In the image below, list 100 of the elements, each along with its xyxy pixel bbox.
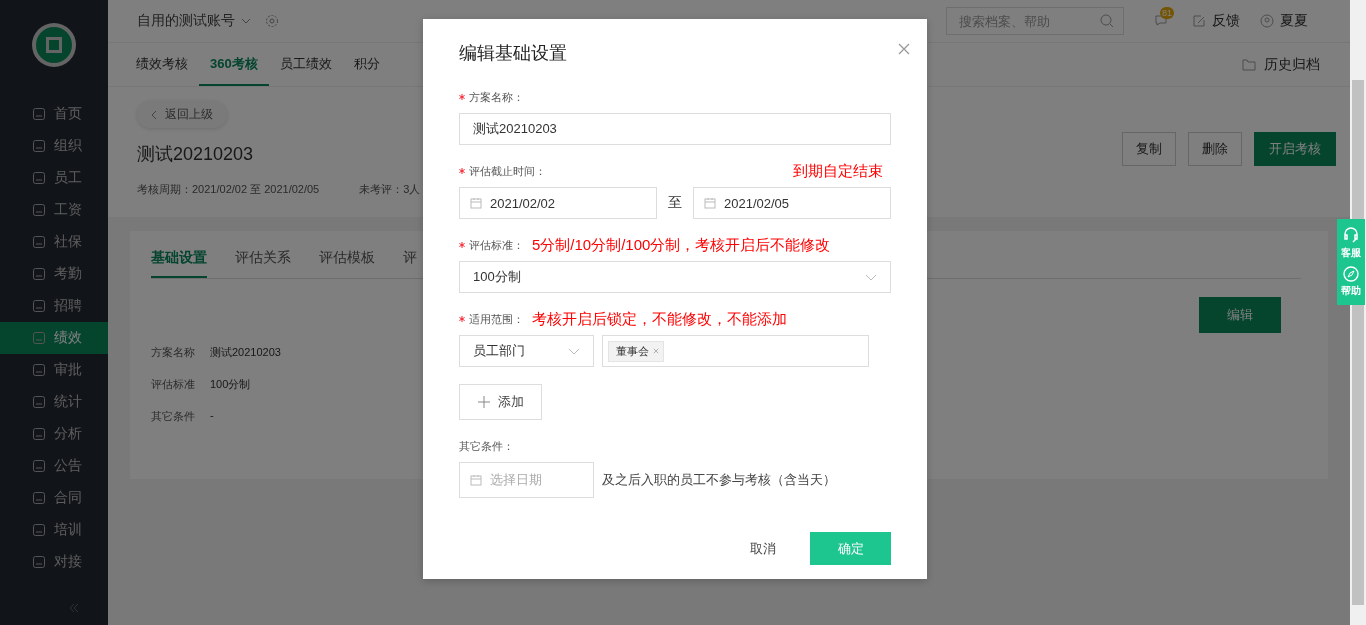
plan-meta: 未考评：3人 bbox=[359, 182, 421, 197]
nav-icon bbox=[32, 267, 46, 281]
select-field[interactable]: 100分制 bbox=[459, 261, 891, 293]
confirm-button[interactable]: 确定 bbox=[810, 532, 891, 565]
user-icon bbox=[1260, 14, 1274, 28]
nav-icon bbox=[32, 171, 46, 185]
field-label: 评估标准： bbox=[469, 237, 524, 253]
action-button[interactable]: 开启考核 bbox=[1254, 132, 1336, 166]
plus-icon bbox=[477, 396, 490, 408]
info-label: 其它条件 bbox=[151, 409, 195, 424]
nav-item[interactable]: 培训 bbox=[0, 514, 108, 546]
range-separator: 至 bbox=[667, 194, 683, 212]
edit-button[interactable]: 编辑 bbox=[1199, 297, 1281, 333]
field-hint: 及之后入职的员工不参与考核（含当天） bbox=[602, 471, 836, 489]
nav-icon bbox=[32, 427, 46, 441]
nav-icon bbox=[32, 107, 46, 121]
nav-item[interactable]: 对接 bbox=[0, 546, 108, 578]
tab[interactable]: 评估模板 bbox=[319, 249, 375, 278]
date-field[interactable]: 2021/02/02 bbox=[459, 187, 657, 219]
user-name[interactable]: 夏夏 bbox=[1280, 12, 1308, 30]
required-icon bbox=[459, 168, 465, 174]
dialog-title: 编辑基础设置 bbox=[459, 42, 567, 65]
nav-item[interactable]: 审批 bbox=[0, 354, 108, 386]
nav-icon bbox=[32, 331, 46, 345]
add-button[interactable]: 添加 bbox=[459, 384, 542, 420]
field-label: 方案名称： bbox=[469, 89, 524, 105]
nav-item[interactable]: 分析 bbox=[0, 418, 108, 450]
nav-icon bbox=[32, 139, 46, 153]
input-field[interactable]: 测试20210203 bbox=[459, 113, 891, 145]
info-label: 方案名称 bbox=[151, 345, 195, 360]
info-value: - bbox=[210, 409, 214, 423]
nav-item[interactable]: 公告 bbox=[0, 450, 108, 482]
info-value: 测试20210203 bbox=[210, 345, 281, 360]
info-label: 评估标准 bbox=[151, 377, 195, 392]
nav-icon bbox=[32, 491, 46, 505]
info-value: 100分制 bbox=[210, 377, 251, 392]
nav-icon bbox=[32, 459, 46, 473]
calendar-icon bbox=[704, 197, 716, 209]
chevron-down-icon bbox=[568, 347, 580, 355]
nav-item[interactable]: 组织 bbox=[0, 130, 108, 162]
tab[interactable]: 员工绩效 bbox=[268, 43, 343, 86]
annotation: 考核开启后锁定，不能修改，不能添加 bbox=[532, 309, 787, 329]
chevron-left-icon bbox=[151, 109, 157, 120]
nav-icon bbox=[32, 203, 46, 217]
nav-icon bbox=[32, 395, 46, 409]
nav-icon bbox=[32, 363, 46, 377]
nav-icon bbox=[32, 299, 46, 313]
account-name[interactable]: 自用的测试账号 bbox=[137, 12, 235, 30]
compass-icon bbox=[1343, 266, 1359, 282]
calendar-icon bbox=[470, 474, 482, 486]
field-label: 适用范围： bbox=[469, 311, 524, 327]
nav-item[interactable]: 统计 bbox=[0, 386, 108, 418]
nav-icon bbox=[32, 523, 46, 537]
date-field[interactable]: 选择日期 bbox=[459, 462, 594, 498]
nav-item[interactable]: 招聘 bbox=[0, 290, 108, 322]
required-icon bbox=[459, 242, 465, 248]
back-button[interactable]: 返回上级 bbox=[137, 101, 227, 128]
close-icon[interactable] bbox=[898, 43, 910, 55]
field-label: 其它条件： bbox=[459, 438, 514, 454]
nav-item[interactable]: 社保 bbox=[0, 226, 108, 258]
calendar-icon bbox=[470, 197, 482, 209]
plan-title: 测试20210203 bbox=[137, 143, 255, 166]
caret-icon bbox=[241, 18, 251, 24]
nav-item[interactable]: 工资 bbox=[0, 194, 108, 226]
tag-select-field[interactable]: 董事会 bbox=[602, 335, 869, 367]
edit-icon bbox=[1192, 14, 1206, 28]
tag: 董事会 bbox=[608, 340, 664, 362]
close-icon[interactable] bbox=[653, 348, 659, 354]
feedback-link[interactable]: 反馈 bbox=[1212, 12, 1240, 30]
tab[interactable]: 绩效考核 bbox=[125, 43, 199, 86]
nav-icon bbox=[32, 555, 46, 569]
action-button[interactable]: 删除 bbox=[1188, 132, 1242, 166]
annotation: 到期自定结束 bbox=[793, 161, 883, 181]
tab[interactable]: 积分 bbox=[342, 43, 391, 86]
cancel-button[interactable]: 取消 bbox=[744, 532, 782, 565]
service-button[interactable]: 客服 bbox=[1341, 223, 1361, 263]
nav-icon bbox=[32, 235, 46, 249]
date-field[interactable]: 2021/02/05 bbox=[693, 187, 891, 219]
required-icon bbox=[459, 94, 465, 100]
nav-item[interactable]: 首页 bbox=[0, 98, 108, 130]
search-icon bbox=[1100, 14, 1114, 28]
nav-item[interactable]: 绩效 bbox=[0, 322, 108, 354]
tab[interactable]: 评 bbox=[403, 249, 417, 278]
action-button[interactable]: 复制 bbox=[1122, 132, 1176, 166]
plan-meta: 考核周期：2021/02/02 至 2021/02/05 bbox=[137, 182, 320, 197]
collapse-icon[interactable] bbox=[68, 602, 80, 614]
select-field[interactable]: 员工部门 bbox=[459, 335, 594, 367]
field-label: 评估截止时间： bbox=[469, 163, 546, 179]
tab[interactable]: 基础设置 bbox=[151, 249, 207, 278]
archive-link[interactable]: 历史归档 bbox=[1264, 55, 1320, 74]
nav-item[interactable]: 合同 bbox=[0, 482, 108, 514]
tab[interactable]: 评估关系 bbox=[235, 249, 291, 278]
nav-item[interactable]: 考勤 bbox=[0, 258, 108, 290]
help-button[interactable]: 帮助 bbox=[1341, 263, 1361, 301]
folder-icon bbox=[1242, 58, 1256, 71]
settings-icon[interactable] bbox=[265, 14, 279, 28]
required-icon bbox=[459, 316, 465, 322]
chevron-down-icon bbox=[865, 273, 877, 281]
notification-badge: 81 bbox=[1160, 6, 1174, 19]
nav-item[interactable]: 员工 bbox=[0, 162, 108, 194]
